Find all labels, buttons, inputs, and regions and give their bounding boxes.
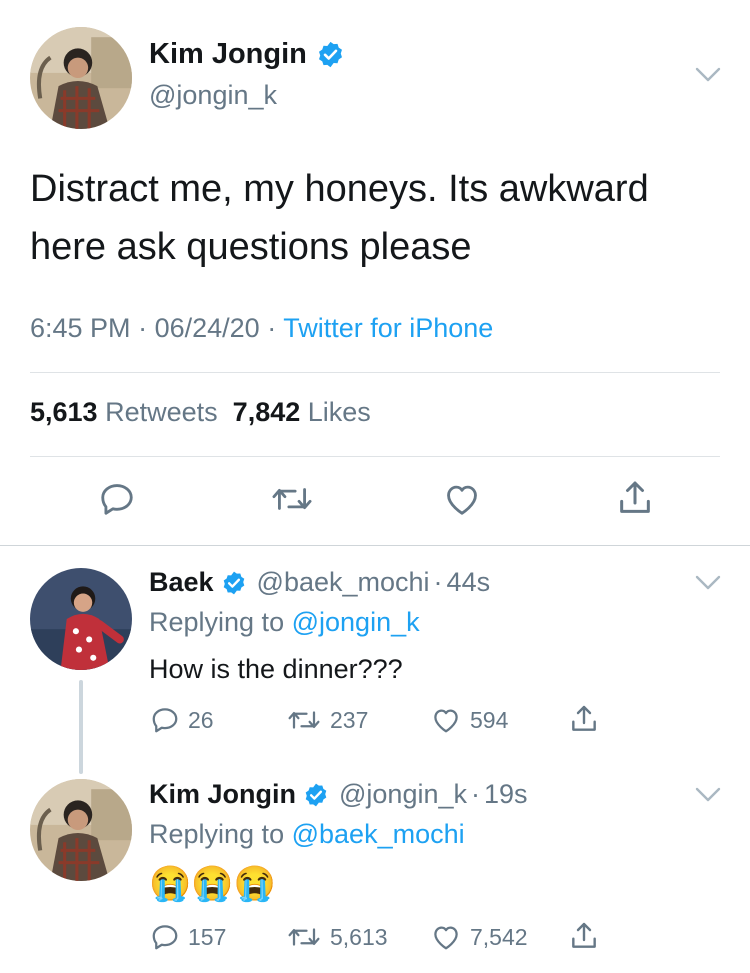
reply-icon [152, 925, 178, 950]
main-tweet-author[interactable]: Kim Jongin [149, 38, 345, 71]
reply-author-name[interactable]: Baek [149, 567, 214, 598]
reply-author[interactable]: Baek @baek_mochi · 44s [149, 567, 490, 598]
tweet-stats: 5,613 Retweets 7,842 Likes [30, 397, 371, 428]
divider [30, 456, 720, 457]
main-tweet-avatar[interactable] [30, 27, 132, 129]
replying-to: Replying to @baek_mochi [149, 819, 465, 850]
author-name[interactable]: Kim Jongin [149, 38, 307, 71]
meta-separator: · [433, 567, 443, 597]
avatar-image [30, 27, 132, 129]
thread-connector-line [79, 680, 83, 774]
share-icon [620, 481, 650, 513]
retweets-label[interactable]: Retweets [105, 397, 218, 427]
retweet-icon [288, 711, 320, 729]
avatar-image [30, 568, 132, 670]
replying-to: Replying to @jongin_k [149, 607, 420, 638]
divider [30, 372, 720, 373]
reply-icon [152, 708, 178, 733]
retweet-count[interactable]: 5,613 [30, 397, 98, 427]
like-icon [434, 709, 458, 733]
reply-count: 26 [188, 706, 214, 733]
meta-separator: · [267, 313, 284, 343]
share-button[interactable] [568, 703, 608, 735]
like-icon [447, 485, 477, 515]
reply-author-handle[interactable]: @baek_mochi [257, 567, 430, 598]
verified-icon [223, 571, 244, 594]
share-icon [572, 705, 596, 731]
reply-author-name[interactable]: Kim Jongin [149, 779, 296, 810]
author-handle[interactable]: @jongin_k [149, 80, 277, 111]
avatar-image [30, 779, 132, 881]
like-count: 594 [470, 706, 509, 733]
retweet-icon [272, 488, 312, 510]
retweet-button[interactable] [270, 480, 314, 518]
tweet-meta: 6:45 PM · 06/24/20 · Twitter for iPhone [30, 313, 493, 344]
retweet-button[interactable]: 237 [286, 705, 368, 735]
reply-count: 157 [188, 923, 227, 950]
chevron-down-icon[interactable] [695, 787, 721, 803]
retweet-count: 237 [330, 706, 369, 733]
reply-button[interactable]: 26 [150, 705, 214, 735]
tweet-source-link[interactable]: Twitter for iPhone [283, 313, 493, 343]
reply-author-handle[interactable]: @jongin_k [339, 779, 467, 810]
reply-icon [101, 484, 133, 515]
like-count[interactable]: 7,842 [233, 397, 301, 427]
reply-author[interactable]: Kim Jongin @jongin_k · 19s [149, 779, 528, 810]
replying-mention-link[interactable]: @baek_mochi [292, 819, 465, 849]
retweet-button[interactable]: 5,613 [286, 922, 388, 952]
tweet-time: 6:45 PM [30, 313, 131, 343]
reply-avatar[interactable] [30, 568, 132, 670]
reply-age: 19s [484, 779, 528, 809]
reply-age: 44s [446, 567, 491, 597]
reply-text: How is the dinner??? [149, 654, 403, 684]
reply-avatar[interactable] [30, 779, 132, 881]
verified-icon [305, 783, 327, 806]
like-button[interactable] [442, 480, 482, 518]
reply-button[interactable]: 157 [150, 922, 226, 952]
section-divider [0, 545, 750, 546]
meta-separator: · [471, 779, 480, 809]
share-icon [572, 922, 596, 948]
like-count: 7,542 [470, 923, 528, 950]
share-button[interactable] [615, 478, 655, 518]
likes-label[interactable]: Likes [308, 397, 371, 427]
share-button[interactable] [568, 920, 608, 952]
replying-prefix: Replying to [149, 607, 285, 637]
tweet-date: 06/24/20 [154, 313, 260, 343]
meta-separator: · [138, 313, 155, 343]
replying-prefix: Replying to [149, 819, 285, 849]
tweet-text: Distract me, my honeys. Its awkward here… [30, 168, 649, 268]
like-icon [434, 926, 458, 950]
replying-mention-link[interactable]: @jongin_k [292, 607, 420, 637]
chevron-down-icon[interactable] [695, 67, 721, 83]
reply-text: 😭😭😭 [149, 865, 277, 903]
verified-icon [318, 41, 342, 68]
reply-button[interactable] [98, 480, 136, 518]
retweet-count: 5,613 [330, 923, 388, 950]
main-tweet: Kim Jongin @jongin_k Distract me, my hon… [0, 0, 750, 545]
chevron-down-icon[interactable] [695, 575, 721, 591]
like-button[interactable]: 7,542 [430, 922, 528, 952]
retweet-icon [288, 928, 320, 946]
like-button[interactable]: 594 [430, 705, 508, 735]
